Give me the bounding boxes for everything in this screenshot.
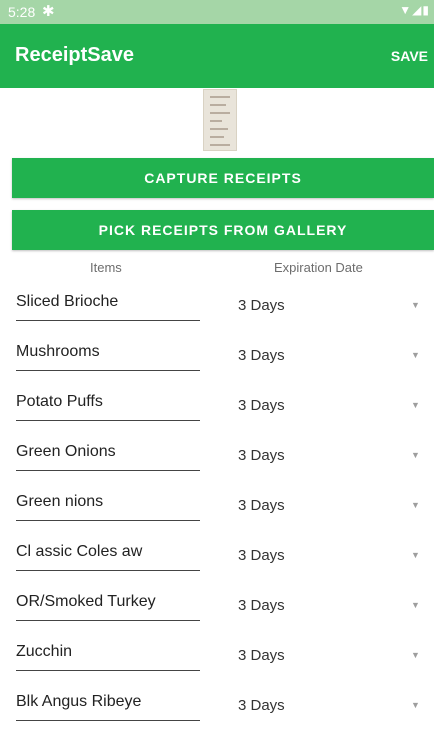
item-field-underline — [16, 520, 200, 521]
list-item: Blk Angus Ribeye 3 Days ▼ — [0, 685, 434, 735]
dropdown-arrow-icon[interactable]: ▼ — [411, 600, 420, 610]
receipt-thumbnail[interactable] — [203, 89, 237, 151]
item-name-field[interactable]: Mushrooms — [16, 343, 100, 361]
expiration-value[interactable]: 3 Days — [238, 697, 285, 714]
pick-receipts-gallery-button[interactable]: PICK RECEIPTS FROM GALLERY — [12, 210, 434, 250]
dropdown-arrow-icon[interactable]: ▼ — [411, 450, 420, 460]
item-field-underline — [16, 570, 200, 571]
item-field-underline — [16, 370, 200, 371]
dropdown-arrow-icon[interactable]: ▼ — [411, 500, 420, 510]
expiration-value[interactable]: 3 Days — [238, 297, 285, 314]
expiration-value[interactable]: 3 Days — [238, 347, 285, 364]
item-name-field[interactable]: Green nions — [16, 493, 103, 511]
gear-icon: ✱ — [42, 3, 55, 20]
dropdown-arrow-icon[interactable]: ▼ — [411, 550, 420, 560]
list-item: Green nions 3 Days ▼ — [0, 485, 434, 535]
dropdown-arrow-icon[interactable]: ▼ — [411, 350, 420, 360]
expiration-column-header: Expiration Date — [274, 260, 363, 275]
list-item: Zucchin 3 Days ▼ — [0, 635, 434, 685]
status-bar: 5:28 ✱ ▼◢▮ — [0, 0, 434, 24]
item-field-underline — [16, 420, 200, 421]
app-title: ReceiptSave — [15, 44, 134, 66]
expiration-value[interactable]: 3 Days — [238, 647, 285, 664]
list-item: Mushrooms 3 Days ▼ — [0, 335, 434, 385]
item-field-underline — [16, 720, 200, 721]
dropdown-arrow-icon[interactable]: ▼ — [411, 300, 420, 310]
dropdown-arrow-icon[interactable]: ▼ — [411, 400, 420, 410]
status-time: 5:28 — [8, 4, 36, 20]
expiration-value[interactable]: 3 Days — [238, 497, 285, 514]
expiration-value[interactable]: 3 Days — [238, 597, 285, 614]
item-field-underline — [16, 620, 200, 621]
item-field-underline — [16, 670, 200, 671]
item-field-underline — [16, 470, 200, 471]
capture-receipts-button[interactable]: CAPTURE RECEIPTS — [12, 158, 434, 198]
dropdown-arrow-icon[interactable]: ▼ — [411, 700, 420, 710]
item-name-field[interactable]: Zucchin — [16, 643, 72, 661]
expiration-value[interactable]: 3 Days — [238, 547, 285, 564]
dropdown-arrow-icon[interactable]: ▼ — [411, 650, 420, 660]
signal-battery-icon: ▼◢▮ — [399, 3, 430, 17]
item-name-field[interactable]: Cl assic Coles aw — [16, 543, 142, 561]
item-name-field[interactable]: Blk Angus Ribeye — [16, 693, 141, 711]
item-name-field[interactable]: Sliced Brioche — [16, 293, 118, 311]
item-name-field[interactable]: Green Onions — [16, 443, 116, 461]
items-column-header: Items — [90, 260, 122, 275]
list-item: OR/Smoked Turkey 3 Days ▼ — [0, 585, 434, 635]
list-item: Green Onions 3 Days ▼ — [0, 435, 434, 485]
expiration-value[interactable]: 3 Days — [238, 447, 285, 464]
save-button[interactable]: SAVE — [391, 48, 428, 64]
list-item: Cl assic Coles aw 3 Days ▼ — [0, 535, 434, 585]
app-bar: ReceiptSave SAVE — [0, 24, 434, 88]
item-field-underline — [16, 320, 200, 321]
item-name-field[interactable]: OR/Smoked Turkey — [16, 593, 156, 611]
list-item: Sliced Brioche 3 Days ▼ — [0, 285, 434, 335]
item-name-field[interactable]: Potato Puffs — [16, 393, 103, 411]
expiration-value[interactable]: 3 Days — [238, 397, 285, 414]
list-item: Potato Puffs 3 Days ▼ — [0, 385, 434, 435]
